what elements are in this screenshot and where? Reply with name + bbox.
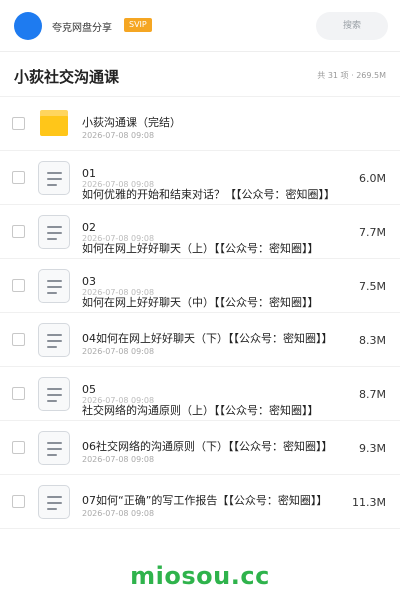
page-title: 小荻社交沟通课 [14, 68, 120, 86]
svip-badge: SVIP [124, 18, 152, 32]
file-name-number: 01 [82, 167, 96, 180]
share-header: 夸克网盘分享 SVIP 搜索 [0, 0, 400, 52]
list-item[interactable]: 03 2026-07-08 09:08 如何在网上好好聊天（中）【【公众号：密知… [0, 259, 400, 313]
document-icon [38, 215, 70, 249]
list-item[interactable]: 04如何在网上好好聊天（下）【【公众号：密知圈】】 2026-07-08 09:… [0, 313, 400, 367]
list-item[interactable]: 07如何“正确”的写工作报告【【公众号：密知圈】】 2026-07-08 09:… [0, 475, 400, 529]
document-icon [38, 269, 70, 303]
file-name: 如何在网上好好聊天（上）【【公众号：密知圈】】 [82, 242, 319, 255]
select-checkbox[interactable] [12, 171, 25, 184]
file-date: 2026-07-08 09:08 [82, 509, 155, 518]
file-size: 7.7M [359, 226, 386, 239]
file-name-number: 02 [82, 221, 96, 234]
avatar[interactable] [14, 12, 42, 40]
file-list: 小荻沟通课（完结） 2026-07-08 09:08 01 2026-07-08… [0, 96, 400, 529]
select-checkbox[interactable] [12, 387, 25, 400]
file-size: 9.3M [359, 442, 386, 455]
file-date: 2026-07-08 09:08 [82, 455, 155, 464]
select-checkbox[interactable] [12, 225, 25, 238]
file-name: 小荻沟通课（完结） [82, 116, 181, 129]
list-item[interactable]: 01 2026-07-08 09:08 如何优雅的开始和结束对话？【【公众号：密… [0, 151, 400, 205]
list-item[interactable]: 02 2026-07-08 09:08 如何在网上好好聊天（上）【【公众号：密知… [0, 205, 400, 259]
document-icon [38, 323, 70, 357]
select-checkbox[interactable] [12, 279, 25, 292]
file-name: 07如何“正确”的写工作报告【【公众号：密知圈】】 [82, 494, 328, 507]
file-name-number: 03 [82, 275, 96, 288]
list-item-folder[interactable]: 小荻沟通课（完结） 2026-07-08 09:08 [0, 97, 400, 151]
file-size: 8.3M [359, 334, 386, 347]
file-name: 社交网络的沟通原则（上）【【公众号：密知圈】】 [82, 404, 319, 417]
file-size: 6.0M [359, 172, 386, 185]
share-title: 夸克网盘分享 [52, 23, 112, 34]
document-icon [38, 377, 70, 411]
file-size: 7.5M [359, 280, 386, 293]
file-date: 2026-07-08 09:08 [82, 131, 155, 140]
document-icon [38, 431, 70, 465]
file-name-number: 05 [82, 383, 96, 396]
file-name: 如何优雅的开始和结束对话？【【公众号：密知圈】】 [82, 188, 335, 201]
select-checkbox[interactable] [12, 117, 25, 130]
select-checkbox[interactable] [12, 495, 25, 508]
folder-icon [40, 110, 68, 136]
file-date: 2026-07-08 09:08 [82, 347, 155, 356]
select-checkbox[interactable] [12, 333, 25, 346]
select-checkbox[interactable] [12, 441, 25, 454]
watermark-text: miosou.cc [130, 562, 270, 590]
file-name: 06社交网络的沟通原则（下）【【公众号：密知圈】】 [82, 440, 333, 453]
list-item[interactable]: 05 2026-07-08 09:08 社交网络的沟通原则（上）【【公众号：密知… [0, 367, 400, 421]
file-name: 04如何在网上好好聊天（下）【【公众号：密知圈】】 [82, 332, 333, 345]
file-size: 11.3M [352, 496, 386, 509]
document-icon [38, 485, 70, 519]
folder-summary: 共 31 项 · 269.5M [317, 71, 386, 80]
file-size: 8.7M [359, 388, 386, 401]
list-item[interactable]: 06社交网络的沟通原则（下）【【公众号：密知圈】】 2026-07-08 09:… [0, 421, 400, 475]
file-name: 如何在网上好好聊天（中）【【公众号：密知圈】】 [82, 296, 319, 309]
search-input[interactable]: 搜索 [316, 12, 388, 40]
document-icon [38, 161, 70, 195]
